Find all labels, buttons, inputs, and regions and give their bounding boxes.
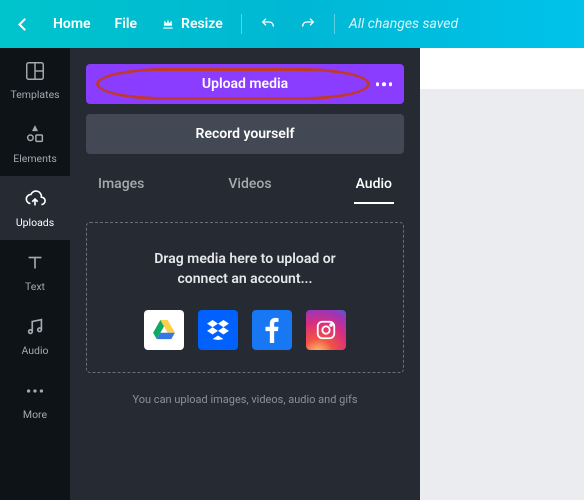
more-icon [24, 380, 46, 402]
rail-label: More [23, 408, 47, 421]
dropzone-line1: Drag media here to upload or [101, 249, 389, 269]
dropzone-line2: connect an account... [101, 269, 389, 289]
dropzone-text: Drag media here to upload or connect an … [101, 249, 389, 290]
upload-options-button[interactable] [376, 82, 393, 86]
dropbox-icon [207, 320, 229, 340]
rail-label: Templates [10, 88, 59, 101]
resize-label: Resize [181, 16, 223, 32]
instagram-button[interactable] [306, 310, 346, 350]
uploads-panel: Upload media Record yourself Images Vide… [70, 48, 420, 500]
tab-videos[interactable]: Videos [226, 170, 273, 204]
resize-button[interactable]: Resize [151, 10, 233, 38]
record-yourself-button[interactable]: Record yourself [86, 114, 404, 154]
crown-icon [161, 17, 175, 31]
dropbox-button[interactable] [198, 310, 238, 350]
facebook-button[interactable] [252, 310, 292, 350]
tab-audio[interactable]: Audio [354, 170, 394, 204]
topbar: Home File Resize All changes saved [0, 0, 584, 48]
google-drive-button[interactable] [144, 310, 184, 350]
chevron-left-icon [18, 18, 31, 31]
undo-button[interactable] [250, 10, 286, 38]
side-rail: Templates Elements Uploads Text Audio [0, 48, 70, 500]
rail-label: Elements [13, 152, 57, 165]
record-yourself-label: Record yourself [196, 126, 295, 142]
rail-text[interactable]: Text [0, 240, 70, 304]
home-button[interactable]: Home [43, 10, 101, 38]
elements-icon [24, 124, 46, 146]
google-drive-icon [153, 320, 175, 340]
home-label: Home [53, 16, 91, 32]
rail-elements[interactable]: Elements [0, 112, 70, 176]
templates-icon [24, 60, 46, 82]
upload-hint: You can upload images, videos, audio and… [86, 393, 404, 406]
rail-uploads[interactable]: Uploads [0, 176, 70, 240]
facebook-icon [265, 317, 279, 343]
save-status: All changes saved [343, 16, 458, 32]
tab-label: Images [98, 176, 144, 192]
toolbar-separator [334, 14, 335, 34]
toolbar-separator [241, 14, 242, 34]
back-button[interactable] [10, 14, 39, 35]
connect-services [101, 310, 389, 350]
canvas-toolbar [420, 48, 584, 89]
file-label: File [115, 16, 138, 32]
redo-button[interactable] [290, 10, 326, 38]
undo-icon [260, 16, 276, 32]
rail-templates[interactable]: Templates [0, 48, 70, 112]
rail-label: Audio [21, 344, 48, 357]
canvas-area[interactable] [420, 48, 584, 500]
rail-label: Text [25, 280, 45, 293]
tab-images[interactable]: Images [96, 170, 146, 204]
tab-label: Audio [356, 176, 392, 192]
upload-media-label: Upload media [202, 76, 288, 92]
rail-more[interactable]: More [0, 368, 70, 432]
upload-dropzone[interactable]: Drag media here to upload or connect an … [86, 222, 404, 373]
audio-icon [24, 316, 46, 338]
rail-label: Uploads [16, 216, 54, 229]
text-icon [24, 252, 46, 274]
tab-label: Videos [228, 176, 271, 192]
rail-audio[interactable]: Audio [0, 304, 70, 368]
file-menu[interactable]: File [105, 10, 148, 38]
media-tabs: Images Videos Audio [86, 168, 404, 204]
uploads-icon [24, 188, 46, 210]
redo-icon [300, 16, 316, 32]
instagram-icon [315, 319, 337, 341]
upload-media-button[interactable]: Upload media [86, 64, 404, 104]
